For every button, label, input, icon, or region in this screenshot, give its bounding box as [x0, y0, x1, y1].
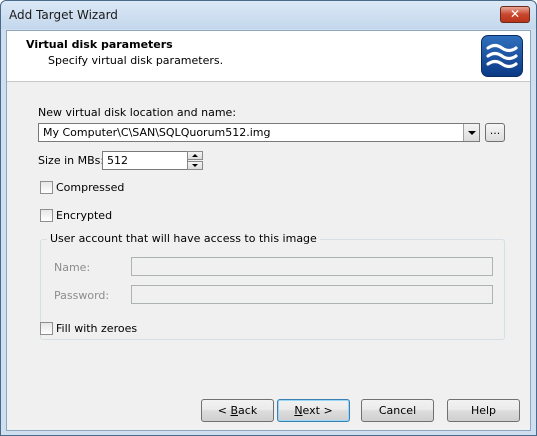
waves-logo-icon: [481, 35, 523, 77]
help-button[interactable]: Help: [447, 399, 520, 422]
browse-button[interactable]: ...: [485, 123, 505, 142]
spin-down-icon[interactable]: [187, 161, 203, 170]
fill-zeroes-checkbox[interactable]: [40, 322, 53, 335]
password-field[interactable]: [131, 285, 493, 304]
name-field[interactable]: [131, 257, 493, 276]
name-label: Name:: [54, 261, 91, 274]
wizard-header: Virtual disk parameters Specify virtual …: [7, 31, 530, 82]
title-bar[interactable]: Add Target Wizard ✕: [1, 1, 536, 29]
next-button[interactable]: Next >: [277, 399, 350, 422]
cancel-button[interactable]: Cancel: [361, 399, 434, 422]
size-value: 512: [107, 154, 128, 167]
encrypted-label[interactable]: Encrypted: [56, 209, 112, 222]
compressed-label[interactable]: Compressed: [56, 181, 124, 194]
size-label: Size in MBs:: [38, 154, 105, 167]
spin-up-icon[interactable]: [187, 151, 203, 160]
back-button[interactable]: < Back: [201, 399, 274, 422]
page-subtitle: Specify virtual disk parameters.: [48, 54, 224, 67]
location-value: My Computer\C\SAN\SQLQuorum512.img: [43, 126, 271, 139]
fill-zeroes-label[interactable]: Fill with zeroes: [56, 322, 137, 335]
waves-logo-graphic: [486, 43, 518, 69]
close-button[interactable]: ✕: [500, 6, 530, 23]
encrypted-checkbox[interactable]: [40, 209, 53, 222]
compressed-checkbox[interactable]: [40, 181, 53, 194]
window-title: Add Target Wizard: [9, 8, 118, 22]
password-label: Password:: [54, 289, 110, 302]
location-combobox[interactable]: My Computer\C\SAN\SQLQuorum512.img: [38, 123, 480, 142]
page-title: Virtual disk parameters: [26, 38, 173, 51]
wizard-window: Add Target Wizard ✕ Virtual disk paramet…: [0, 0, 537, 436]
location-label: New virtual disk location and name:: [38, 106, 237, 119]
size-input[interactable]: 512: [102, 151, 188, 170]
size-spinner: [187, 151, 203, 170]
chevron-down-icon[interactable]: [463, 124, 479, 141]
user-account-caption: User account that will have access to th…: [47, 232, 320, 245]
wizard-body: Virtual disk parameters Specify virtual …: [6, 30, 531, 431]
